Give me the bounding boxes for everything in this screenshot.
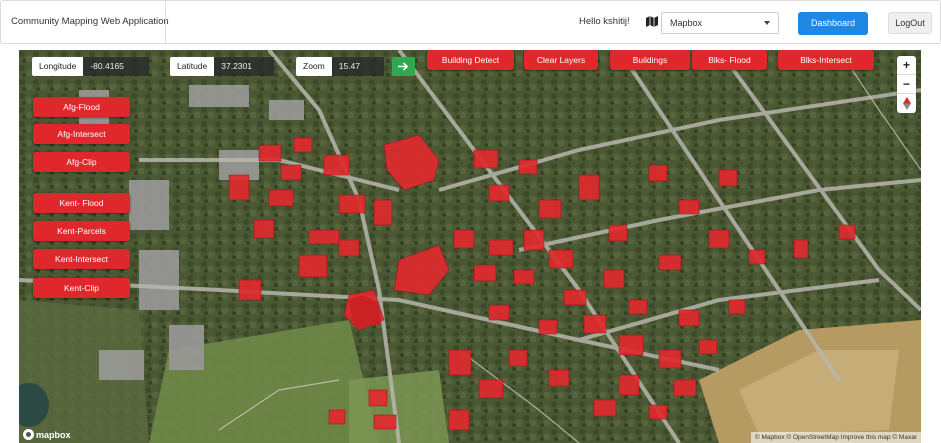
zoom-readout: Zoom 15.47 (296, 57, 384, 76)
zoom-out-button[interactable]: − (897, 75, 916, 94)
latitude-label: Latitude (170, 57, 215, 76)
chevron-down-icon (764, 21, 770, 25)
mapbox-logo-icon (23, 429, 34, 440)
latitude-value: 37.2301 (214, 57, 275, 76)
building-detect-button[interactable]: Building Detect (427, 50, 514, 70)
map-zoom-controls: + − (897, 56, 916, 113)
buildings-button[interactable]: Buildings (610, 50, 690, 70)
afg-flood-button[interactable]: Afg-Flood (33, 97, 130, 117)
app-title: Community Mapping Web Application (11, 16, 169, 27)
satellite-imagery (19, 50, 921, 443)
dashboard-button[interactable]: Dashboard (798, 12, 868, 35)
longitude-readout: Longitude -80.4165 (32, 57, 150, 76)
map-icon (646, 16, 658, 27)
zoom-in-button[interactable]: + (897, 56, 916, 75)
map-style-value: Mapbox (670, 18, 703, 28)
afg-intersect-button[interactable]: Afg-Intersect (33, 124, 130, 144)
longitude-value: -80.4165 (83, 57, 150, 76)
kent-clip-button[interactable]: Kent-Clip (33, 278, 130, 298)
satellite-map[interactable]: Longitude -80.4165 Latitude 37.2301 Zoom… (19, 50, 921, 443)
clear-layers-button[interactable]: Clear Layers (524, 50, 598, 70)
logout-button[interactable]: LogOut (888, 12, 932, 34)
afg-clip-button[interactable]: Afg-Clip (33, 152, 130, 172)
kent-intersect-button[interactable]: Kent-Intersect (33, 249, 130, 269)
blks-intersect-button[interactable]: Blks-Intersect (778, 50, 874, 70)
zoom-value: 15.47 (331, 57, 384, 76)
navbar-divider (165, 1, 166, 44)
kent-flood-button[interactable]: Kent- Flood (33, 193, 130, 213)
mapbox-logo-text: mapbox (36, 429, 71, 440)
compass-icon (902, 97, 911, 110)
blks-flood-button[interactable]: Blks- Flood (692, 50, 767, 70)
kent-parcels-button[interactable]: Kent-Parcels (33, 221, 130, 241)
arrow-right-icon (398, 62, 409, 71)
user-greeting: Hello kshitij! (579, 16, 630, 27)
top-navbar: Community Mapping Web Application Hello … (0, 0, 941, 44)
go-to-location-button[interactable] (392, 57, 415, 76)
mapbox-logo: mapbox (23, 429, 71, 440)
map-style-select[interactable]: Mapbox (661, 12, 779, 34)
compass-button[interactable] (897, 94, 916, 113)
latitude-readout: Latitude 37.2301 (170, 57, 275, 76)
zoom-label: Zoom (296, 57, 332, 76)
map-attribution[interactable]: © Mapbox © OpenStreetMap Improve this ma… (750, 432, 921, 443)
longitude-label: Longitude (32, 57, 84, 76)
